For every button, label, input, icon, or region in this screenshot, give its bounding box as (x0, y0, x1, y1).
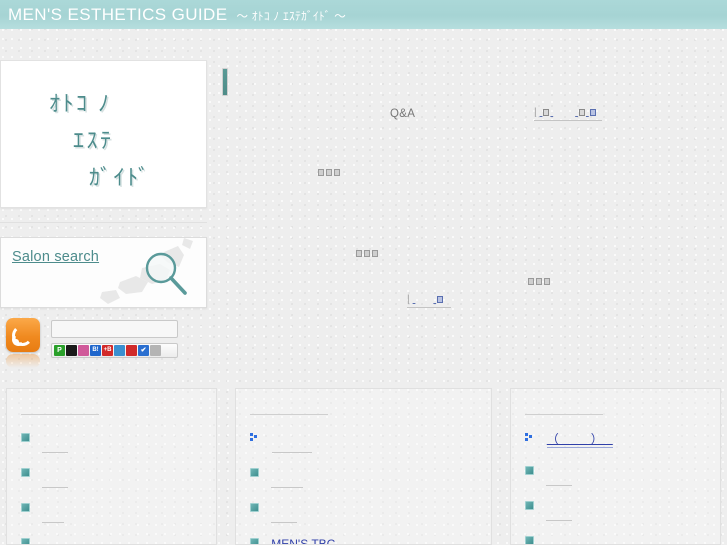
bookmark-icon-pencil[interactable] (114, 344, 125, 356)
square-bullet-icon (524, 466, 534, 475)
bookmark-icon-check[interactable]: ✔ (138, 344, 149, 356)
logo-line-1: ｵﾄｺ ﾉ (49, 91, 112, 116)
square-bullet-icon (524, 536, 534, 544)
list-item[interactable] (250, 501, 477, 523)
list-item[interactable] (524, 534, 706, 544)
feed-and-search-row: P B! +B ✔ (0, 318, 209, 368)
rss-icon[interactable] (6, 318, 40, 368)
list-item-label (271, 515, 298, 523)
text-placeholder-b (355, 245, 379, 263)
rss-arc-outer (12, 325, 33, 346)
list-item[interactable] (21, 466, 202, 488)
list-item-label (42, 515, 64, 523)
heading-accent-bar (222, 68, 228, 96)
list-item[interactable] (250, 466, 477, 488)
panel-right-title (524, 405, 603, 415)
square-bullet-icon (524, 501, 534, 510)
sidebar-divider (0, 222, 207, 223)
bookmark-icon-plus-b[interactable]: +B (102, 344, 113, 356)
square-bullet-icon (21, 433, 30, 442)
square-bullet-icon (250, 503, 260, 512)
qa-label: Q&A (390, 108, 416, 120)
more-link-top[interactable]: | (534, 107, 602, 121)
list-item-label (545, 513, 572, 521)
footer-panels: MEN'S TBC （ ） (0, 388, 727, 545)
bookmark-icon-book[interactable] (126, 344, 137, 356)
square-bullet-icon (21, 538, 30, 544)
site-logo[interactable]: ｵﾄｺ ﾉ ｴｽﾃ ｶﾞｲﾄﾞ (0, 60, 207, 208)
search-input[interactable] (51, 319, 178, 338)
square-bullet-icon (21, 468, 30, 477)
arrow-bullet-icon (524, 433, 535, 443)
site-header: MEN'S ESTHETICS GUIDE ～ ｵﾄｺ ﾉ ｴｽﾃｶﾞｲﾄﾞ ～ (0, 0, 727, 29)
link-mens-tbc[interactable]: MEN'S TBC (271, 536, 335, 544)
text-placeholder-a (317, 164, 341, 182)
list-item-label (272, 445, 313, 453)
square-bullet-icon (250, 468, 260, 477)
list-item[interactable] (524, 464, 706, 486)
list-item[interactable] (21, 536, 202, 544)
main-heading (222, 62, 722, 96)
list-item[interactable] (21, 431, 202, 453)
site-subtitle: ～ ｵﾄｺ ﾉ ｴｽﾃｶﾞｲﾄﾞ ～ (236, 10, 347, 23)
salon-search-label: Salon search (12, 249, 100, 265)
list-item[interactable] (21, 501, 202, 523)
glyph-box (543, 108, 550, 116)
bookmark-toolbar[interactable]: P B! +B ✔ (51, 342, 178, 358)
logo-line-3: ｶﾞｲﾄﾞ (89, 165, 152, 190)
bookmark-icon-hatena[interactable]: B! (90, 344, 101, 356)
list-item[interactable] (250, 431, 477, 453)
salon-search-banner[interactable]: Salon search (0, 237, 207, 308)
panel-center-title (250, 405, 329, 415)
square-bullet-icon (21, 503, 30, 512)
text-placeholder-c (527, 273, 551, 291)
glyph-box (437, 295, 444, 303)
list-item-label (271, 480, 304, 488)
site-title: MEN'S ESTHETICS GUIDE (8, 4, 228, 24)
list-item-label (42, 445, 68, 453)
list-item-label (545, 478, 572, 486)
glyph-box (578, 108, 585, 116)
glyph-box (589, 108, 596, 116)
list-item-label (42, 480, 68, 488)
bookmark-icon-magnifier[interactable] (78, 344, 89, 356)
link-paren-entry[interactable]: （ ） (546, 431, 613, 448)
panel-right: （ ） (509, 388, 721, 545)
search-column: P B! +B ✔ (51, 318, 209, 358)
main-content: Q&A | | (222, 62, 722, 372)
arrow-bullet-icon (250, 433, 260, 443)
list-item[interactable] (524, 499, 706, 521)
bookmark-icon-square[interactable] (66, 344, 77, 356)
list-item[interactable]: （ ） (524, 431, 706, 451)
logo-line-2: ｴｽﾃ (73, 128, 114, 153)
magnifying-glass-icon (145, 252, 187, 295)
more-link-bottom-prefix: | (407, 294, 410, 305)
panel-center: MEN'S TBC (235, 388, 492, 545)
bookmark-icon-p[interactable]: P (54, 344, 65, 356)
square-bullet-icon (250, 538, 260, 544)
panel-left (6, 388, 218, 545)
sidebar: ｵﾄｺ ﾉ ｴｽﾃ ｶﾞｲﾄﾞ Salon search P B! +B ✔ (0, 60, 209, 368)
more-link-bottom[interactable]: | (407, 294, 451, 308)
list-item[interactable]: MEN'S TBC (250, 536, 477, 544)
panel-left-title (21, 405, 99, 415)
page-root: MEN'S ESTHETICS GUIDE ～ ｵﾄｺ ﾉ ｴｽﾃｶﾞｲﾄﾞ ～… (0, 0, 727, 545)
bookmark-icon-gear[interactable] (150, 344, 161, 356)
more-link-top-prefix: | (534, 107, 537, 118)
